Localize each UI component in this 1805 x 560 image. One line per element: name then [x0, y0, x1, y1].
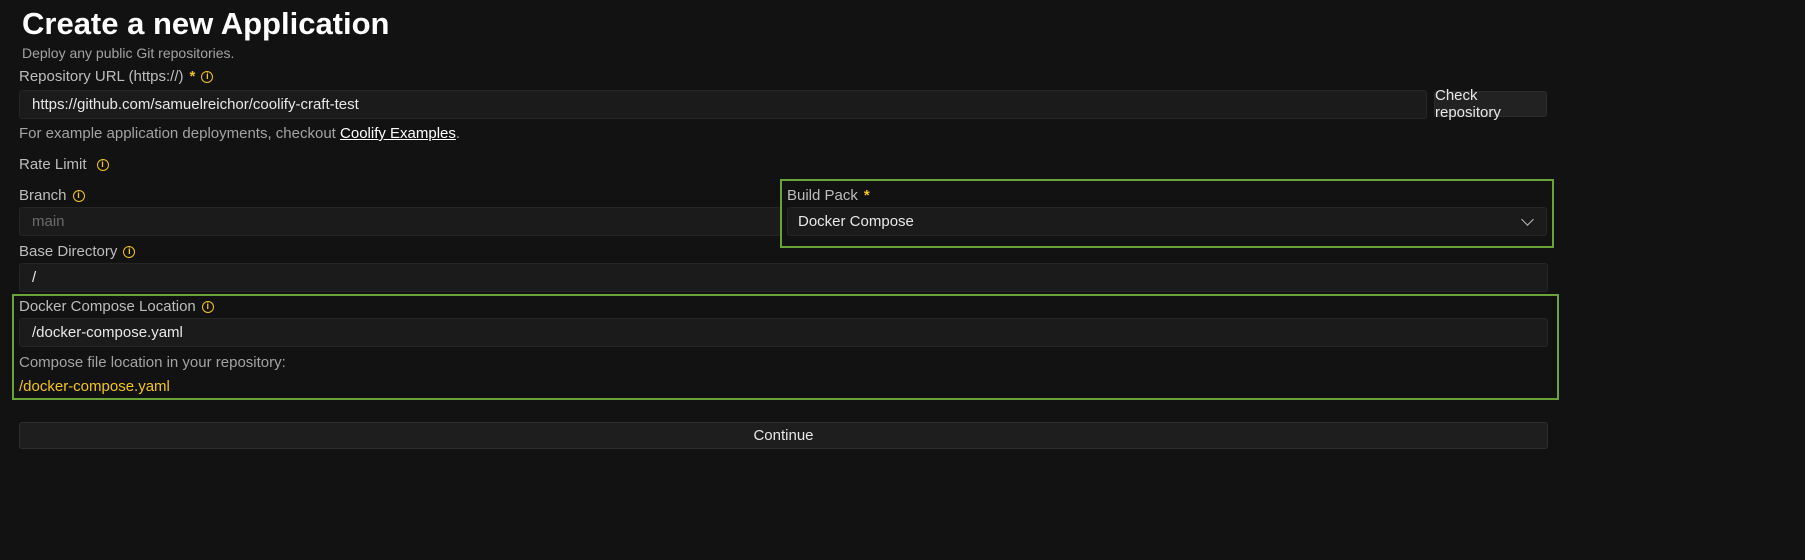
compose-location-label-group: Docker Compose Location i: [19, 298, 214, 315]
continue-button[interactable]: Continue: [19, 422, 1548, 449]
info-icon[interactable]: i: [201, 300, 214, 313]
example-hint-suffix: .: [455, 125, 461, 142]
repository-url-input[interactable]: https://github.com/samuelreichor/coolify…: [19, 90, 1427, 119]
branch-input[interactable]: main: [19, 207, 781, 236]
info-icon[interactable]: i: [72, 189, 85, 202]
base-directory-input[interactable]: /: [19, 263, 1548, 292]
rate-limit-label-group: Rate Limit i: [19, 156, 109, 173]
page-title: Create a new Application: [22, 6, 390, 41]
build-pack-selected-value: Docker Compose: [798, 213, 914, 230]
build-pack-label-group: Build Pack *: [787, 187, 870, 204]
chevron-down-icon: [1521, 213, 1534, 226]
info-icon[interactable]: i: [201, 70, 214, 83]
info-icon[interactable]: i: [96, 158, 109, 171]
compose-location-hint: Compose file location in your repository…: [19, 354, 286, 371]
repository-url-label-group: Repository URL (https://) * i: [19, 68, 214, 85]
rate-limit-label: Rate Limit: [19, 156, 87, 173]
required-asterisk: *: [863, 187, 870, 204]
compose-location-highlight: [12, 294, 1559, 400]
compose-location-input[interactable]: /docker-compose.yaml: [19, 318, 1548, 347]
compose-location-label: Docker Compose Location: [19, 298, 196, 315]
coolify-examples-link[interactable]: Coolify Examples: [340, 125, 456, 142]
example-hint: For example application deployments, che…: [19, 125, 460, 142]
build-pack-label: Build Pack: [787, 187, 858, 204]
branch-label: Branch: [19, 187, 67, 204]
check-repository-button[interactable]: Check repository: [1434, 87, 1547, 121]
info-icon[interactable]: i: [123, 245, 136, 258]
required-asterisk: *: [189, 68, 196, 85]
base-directory-label-group: Base Directory i: [19, 243, 136, 260]
repository-url-label: Repository URL (https://): [19, 68, 184, 85]
branch-label-group: Branch i: [19, 187, 85, 204]
build-pack-select[interactable]: Docker Compose: [787, 207, 1547, 236]
base-directory-label: Base Directory: [19, 243, 118, 260]
example-hint-text: For example application deployments, che…: [19, 125, 341, 142]
compose-resolved-path: /docker-compose.yaml: [19, 378, 170, 395]
page-subtitle: Deploy any public Git repositories.: [22, 45, 235, 61]
